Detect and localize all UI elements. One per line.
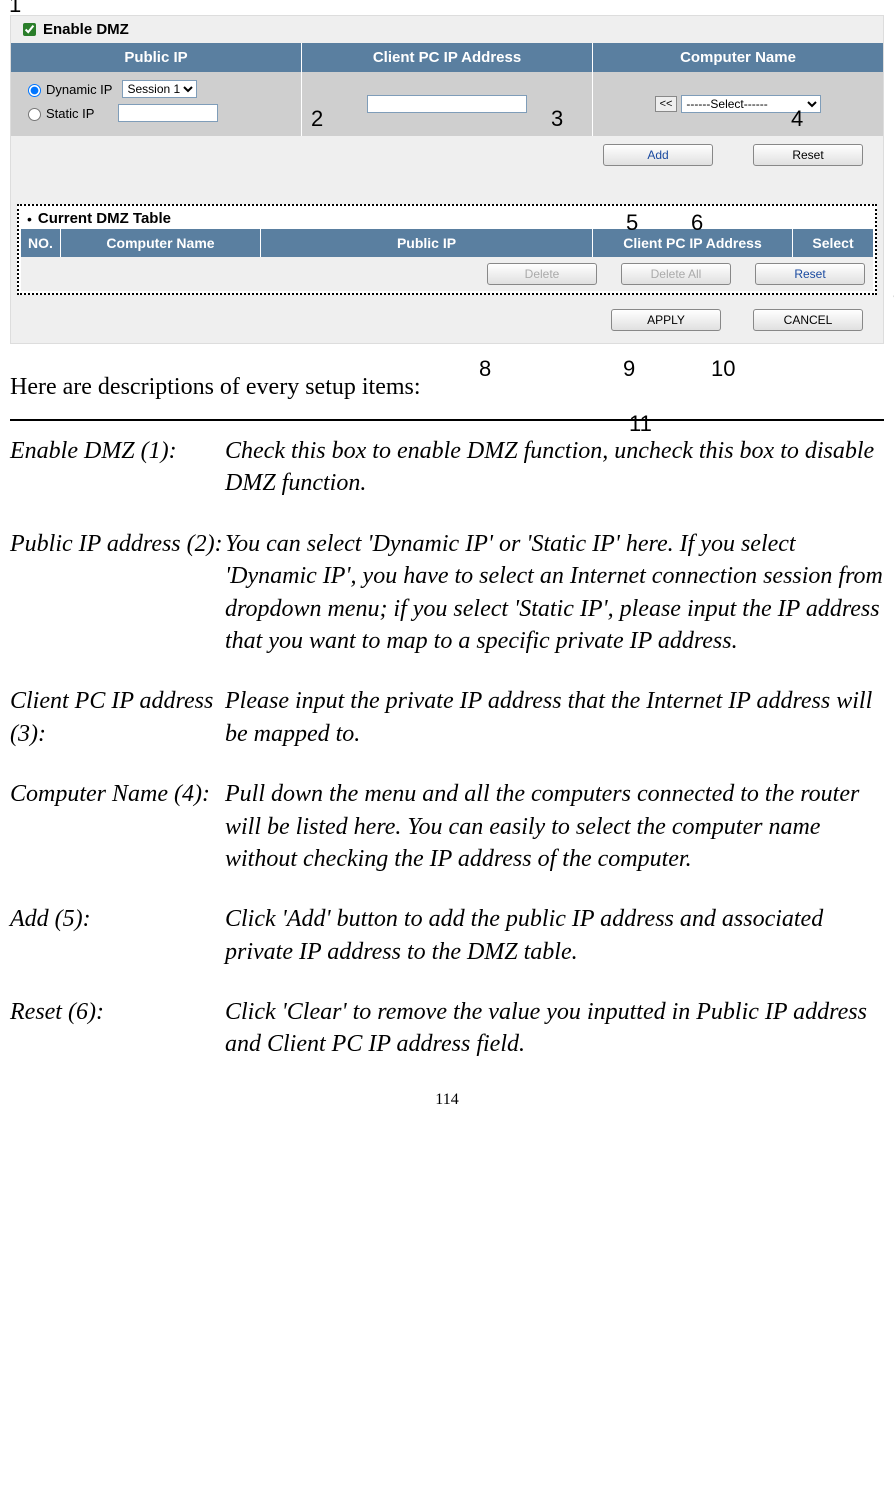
annotation-3: 3	[551, 106, 563, 132]
description-label: Reset (6):	[10, 996, 225, 1061]
description-label: Add (5):	[10, 903, 225, 968]
annotation-4: 4	[791, 106, 803, 132]
description-label: Public IP address (2):	[10, 528, 225, 658]
annotation-10: 10	[711, 356, 735, 382]
description-label: Client PC IP address (3):	[10, 685, 225, 750]
col-no: NO.	[21, 229, 61, 257]
col-select: Select	[793, 229, 873, 257]
session-select[interactable]: Session 1	[122, 80, 197, 98]
dynamic-ip-label: Dynamic IP	[46, 82, 112, 97]
annotation-8: 8	[479, 356, 491, 382]
divider	[10, 419, 884, 421]
dynamic-ip-radio[interactable]	[28, 84, 41, 97]
annotation-5: 5	[626, 210, 638, 236]
header-public-ip: Public IP	[11, 43, 302, 72]
annotation-6: 6	[691, 210, 703, 236]
dmz-config-panel: 1 2 3 4 5 6 7 8 9 10 11 Enable DMZ Publi…	[10, 15, 884, 344]
description-text: Click 'Add' button to add the public IP …	[225, 903, 884, 968]
copy-button[interactable]: <<	[655, 96, 678, 112]
static-ip-input[interactable]	[118, 104, 218, 122]
col-computer-name: Computer Name	[61, 229, 261, 257]
annotation-1: 1	[9, 0, 21, 18]
description-row: Add (5):Click 'Add' button to add the pu…	[10, 903, 884, 968]
enable-dmz-label: Enable DMZ	[43, 21, 129, 38]
client-ip-input[interactable]	[367, 95, 527, 113]
current-dmz-table-title: Current DMZ Table	[38, 210, 171, 227]
static-ip-radio[interactable]	[28, 108, 41, 121]
description-text: Check this box to enable DMZ function, u…	[225, 435, 884, 500]
cancel-button[interactable]: CANCEL	[753, 309, 863, 331]
delete-button[interactable]: Delete	[487, 263, 597, 285]
current-dmz-table-section: • Current DMZ Table NO. Computer Name Pu…	[17, 204, 877, 295]
add-button[interactable]: Add	[603, 144, 713, 166]
bullet-icon: •	[27, 211, 32, 227]
col-public-ip: Public IP	[261, 229, 593, 257]
enable-dmz-checkbox[interactable]	[23, 23, 36, 36]
description-row: Client PC IP address (3):Please input th…	[10, 685, 884, 750]
reset-button[interactable]: Reset	[753, 144, 863, 166]
description-text: Please input the private IP address that…	[225, 685, 884, 750]
annotation-11: 11	[629, 411, 652, 437]
header-computer-name: Computer Name	[593, 43, 883, 72]
description-text: Click 'Clear' to remove the value you in…	[225, 996, 884, 1061]
apply-button[interactable]: APPLY	[611, 309, 721, 331]
header-client-ip: Client PC IP Address	[302, 43, 593, 72]
annotation-9: 9	[623, 356, 635, 382]
static-ip-label: Static IP	[46, 106, 94, 121]
description-list: Enable DMZ (1):Check this box to enable …	[10, 435, 884, 1061]
delete-all-button[interactable]: Delete All	[621, 263, 731, 285]
intro-text: Here are descriptions of every setup ite…	[10, 374, 884, 401]
annotation-2: 2	[311, 106, 323, 132]
description-label: Enable DMZ (1):	[10, 435, 225, 500]
description-row: Public IP address (2):You can select 'Dy…	[10, 528, 884, 658]
description-row: Reset (6):Click 'Clear' to remove the va…	[10, 996, 884, 1061]
description-label: Computer Name (4):	[10, 778, 225, 875]
description-row: Computer Name (4):Pull down the menu and…	[10, 778, 884, 875]
description-text: You can select 'Dynamic IP' or 'Static I…	[225, 528, 884, 658]
page-number: 114	[10, 1091, 884, 1109]
table-reset-button[interactable]: Reset	[755, 263, 865, 285]
description-row: Enable DMZ (1):Check this box to enable …	[10, 435, 884, 500]
description-text: Pull down the menu and all the computers…	[225, 778, 884, 875]
